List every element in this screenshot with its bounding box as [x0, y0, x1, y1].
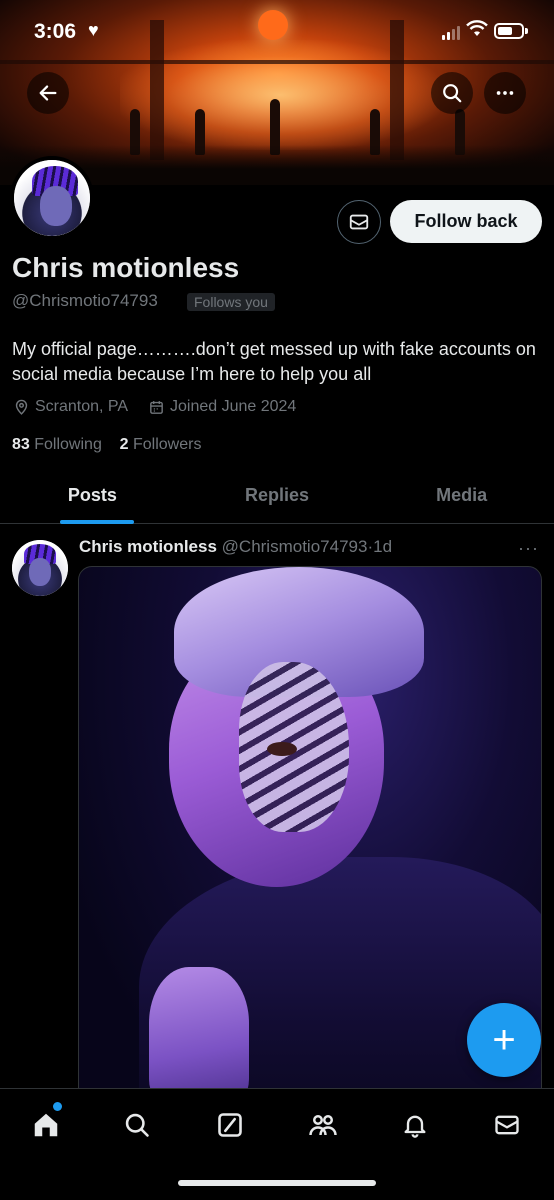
post-time: 1d	[373, 537, 393, 556]
status-time: 3:06	[34, 20, 77, 43]
search-icon	[125, 1113, 149, 1137]
back-button[interactable]	[27, 72, 69, 114]
profile-tabs: Posts Replies Media	[0, 468, 554, 524]
post-author-handle[interactable]: @Chrismotio74793	[222, 537, 368, 556]
followers-link[interactable]: 2 Followers	[120, 436, 202, 453]
post-more-button[interactable]: ···	[518, 538, 539, 559]
profile-bio: My official page……….don’t get messed up …	[12, 339, 536, 384]
banner-truss	[0, 60, 554, 64]
envelope-icon	[349, 214, 369, 230]
grok-icon	[218, 1113, 242, 1137]
following-label: Following	[34, 436, 102, 453]
home-notification-dot	[53, 1102, 62, 1111]
avatar-face	[29, 558, 51, 586]
compose-post-button[interactable]: +	[467, 1003, 541, 1077]
more-options-button[interactable]	[484, 72, 526, 114]
follow-counts: 83 Following 2 Followers	[12, 436, 201, 454]
tab-posts[interactable]: Posts	[0, 468, 185, 524]
bell-icon	[404, 1115, 426, 1138]
battery-icon	[494, 23, 524, 39]
wifi-icon	[466, 20, 488, 43]
status-bar: 3:06 ♥	[0, 0, 554, 60]
battery-tip	[525, 28, 528, 34]
followers-count: 2	[119, 436, 129, 453]
more-icon	[496, 91, 514, 95]
search-button[interactable]	[431, 72, 473, 114]
post-header: Chris motionless @Chrismotio74793·1d	[79, 537, 392, 557]
profile-joined: Joined June 2024	[148, 398, 296, 416]
profile-avatar[interactable]	[10, 156, 94, 240]
image-hand	[149, 967, 249, 1105]
post-author-name[interactable]: Chris motionless	[79, 537, 217, 556]
following-count: 83	[12, 436, 30, 453]
profile-location: Scranton, PA	[13, 398, 128, 416]
profile-handle: @Chrismotio74793	[12, 291, 158, 310]
image-eye	[267, 742, 297, 756]
calendar-icon	[150, 400, 163, 414]
envelope-icon	[495, 1115, 519, 1135]
search-icon	[443, 84, 462, 103]
following-link[interactable]: 83 Following	[12, 436, 102, 453]
followers-label: Followers	[132, 436, 202, 453]
avatar-face	[40, 186, 72, 226]
post-avatar[interactable]	[12, 540, 68, 596]
heart-icon: ♥	[88, 20, 99, 40]
nav-grok[interactable]	[210, 1105, 250, 1145]
joined-text: Joined June 2024	[170, 398, 297, 415]
nav-notifications[interactable]	[395, 1105, 435, 1145]
profile-name: Chris motionless	[12, 252, 240, 283]
tab-replies[interactable]: Replies	[185, 468, 370, 523]
nav-home[interactable]	[26, 1105, 66, 1145]
nav-search[interactable]	[117, 1105, 157, 1145]
cellular-signal-icon	[442, 26, 460, 40]
nav-messages[interactable]	[487, 1105, 527, 1145]
follows-you-badge: Follows you	[187, 293, 275, 311]
nav-communities[interactable]	[303, 1105, 343, 1145]
tab-media[interactable]: Media	[369, 468, 554, 523]
location-pin-icon	[15, 399, 28, 415]
arrow-left-icon	[39, 85, 57, 101]
home-indicator	[178, 1180, 376, 1186]
communities-icon	[309, 1115, 337, 1136]
follow-back-button[interactable]: Follow back	[390, 200, 542, 243]
message-button[interactable]	[337, 200, 381, 244]
home-icon	[34, 1113, 58, 1137]
location-text: Scranton, PA	[35, 398, 129, 415]
